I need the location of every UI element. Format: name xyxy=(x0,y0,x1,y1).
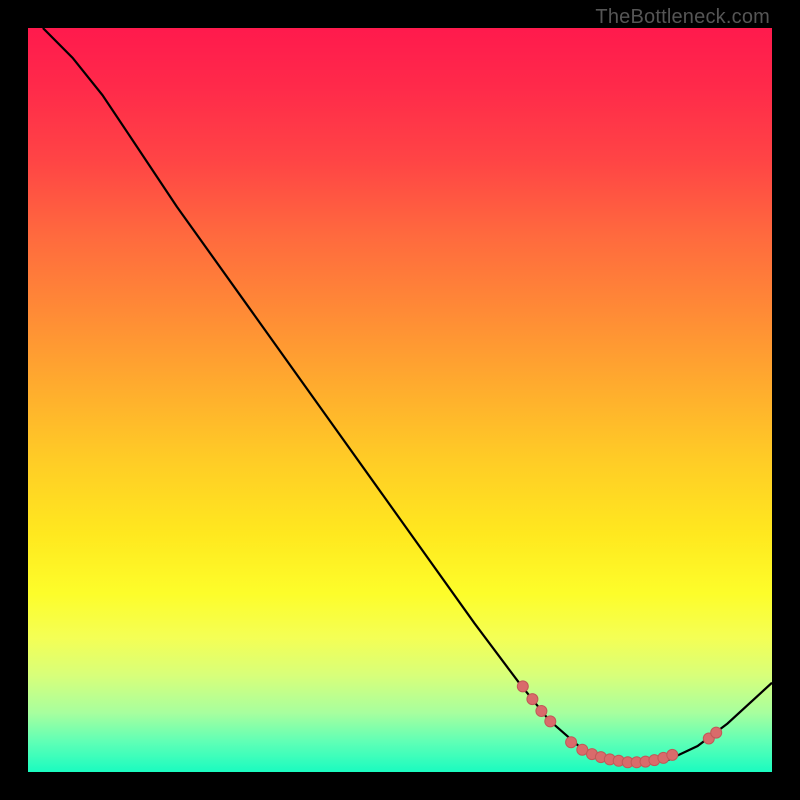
watermark-text: TheBottleneck.com xyxy=(595,6,770,29)
data-point xyxy=(545,716,556,727)
chart-container: TheBottleneck.com xyxy=(0,0,800,800)
data-point xyxy=(536,706,547,717)
data-point xyxy=(711,727,722,738)
data-point xyxy=(517,681,528,692)
data-point xyxy=(667,749,678,760)
chart-overlay xyxy=(28,28,772,772)
data-point xyxy=(527,694,538,705)
data-points-group xyxy=(517,681,721,768)
bottleneck-curve xyxy=(43,28,772,763)
data-point xyxy=(566,737,577,748)
